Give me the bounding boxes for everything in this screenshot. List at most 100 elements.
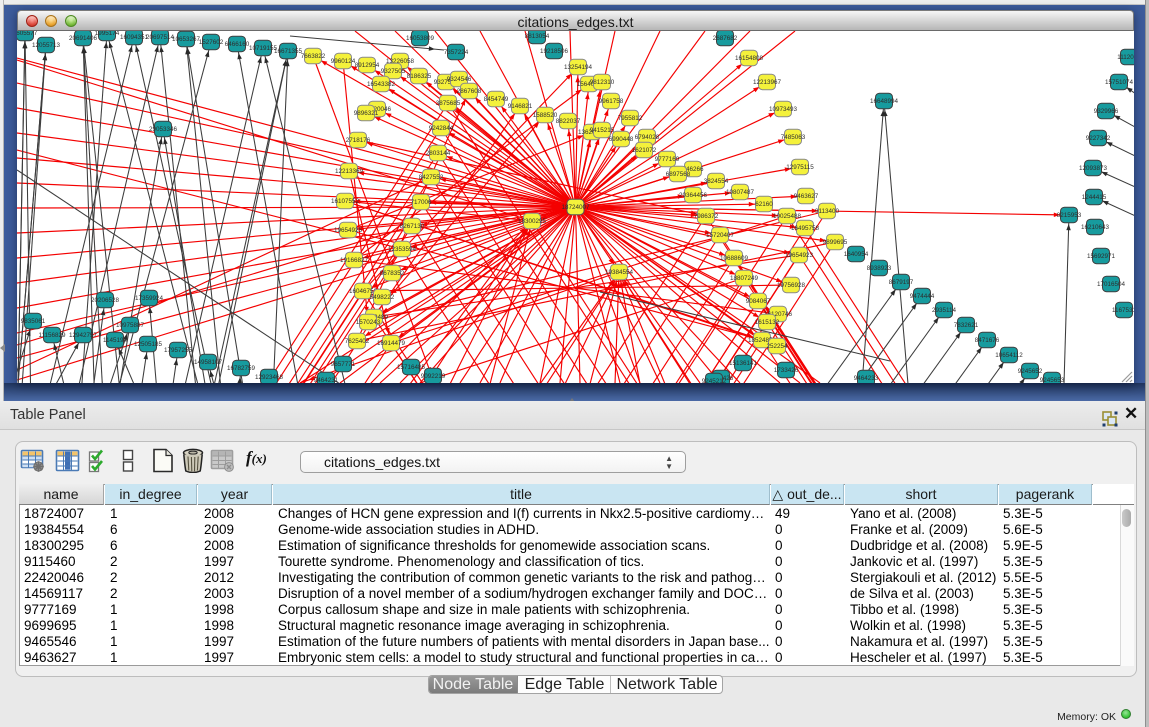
svg-text:9092219: 9092219 xyxy=(421,373,446,380)
svg-text:17957255: 17957255 xyxy=(164,347,193,354)
svg-text:12505185: 12505185 xyxy=(134,341,163,348)
svg-text:2867608: 2867608 xyxy=(457,88,482,95)
svg-text:18807249: 18807249 xyxy=(730,275,759,282)
svg-text:16914479: 16914479 xyxy=(377,340,406,347)
svg-text:1615132: 1615132 xyxy=(755,319,780,326)
svg-text:2803144: 2803144 xyxy=(426,150,451,157)
svg-text:1621072: 1621072 xyxy=(632,147,657,154)
svg-text:12353594: 12353594 xyxy=(388,246,417,253)
svg-text:17359924: 17359924 xyxy=(135,295,164,302)
svg-text:9464233: 9464233 xyxy=(854,375,879,382)
svg-text:16782759: 16782759 xyxy=(227,365,256,372)
svg-text:8267130: 8267130 xyxy=(400,223,425,230)
svg-text:8679197: 8679197 xyxy=(889,279,914,286)
svg-text:9245653: 9245653 xyxy=(1040,377,1065,383)
svg-text:12213967: 12213967 xyxy=(753,79,782,86)
svg-text:13254194: 13254194 xyxy=(564,64,593,71)
svg-text:19166827: 19166827 xyxy=(340,257,369,264)
svg-text:8215953: 8215953 xyxy=(1057,212,1082,219)
svg-text:5498222: 5498222 xyxy=(370,294,395,301)
svg-text:16107552: 16107552 xyxy=(331,198,360,205)
svg-text:2718176: 2718176 xyxy=(346,137,371,144)
svg-text:12975115: 12975115 xyxy=(786,164,814,171)
svg-text:1640954: 1640954 xyxy=(844,251,869,258)
svg-text:10973493: 10973493 xyxy=(769,106,798,113)
svg-text:15136141: 15136141 xyxy=(729,360,758,367)
svg-text:19218506: 19218506 xyxy=(540,48,569,55)
svg-text:252254: 252254 xyxy=(766,343,788,350)
svg-text:8454749: 8454749 xyxy=(484,96,509,103)
svg-text:9835061: 9835061 xyxy=(21,318,46,325)
svg-text:6466160: 6466160 xyxy=(225,41,250,48)
svg-text:10653267: 10653267 xyxy=(172,36,201,43)
svg-text:1605577: 1605577 xyxy=(17,31,38,37)
svg-text:9242844: 9242844 xyxy=(429,125,454,132)
svg-text:8186325: 8186325 xyxy=(407,73,432,80)
svg-text:9474444: 9474444 xyxy=(910,293,935,300)
svg-text:8912954: 8912954 xyxy=(355,62,380,69)
svg-text:9245212: 9245212 xyxy=(702,378,727,383)
svg-text:7485063: 7485063 xyxy=(781,134,806,141)
svg-text:1995174: 1995174 xyxy=(95,31,120,37)
svg-text:10807487: 10807487 xyxy=(726,189,755,196)
svg-text:9960124: 9960124 xyxy=(331,58,356,65)
svg-text:9245652: 9245652 xyxy=(1018,368,1043,375)
svg-text:20206528: 20206528 xyxy=(91,297,120,304)
svg-text:29053346: 29053346 xyxy=(149,126,178,133)
svg-text:6794028: 6794028 xyxy=(635,134,660,141)
svg-text:19384554: 19384554 xyxy=(605,269,634,276)
svg-text:11156829: 11156829 xyxy=(38,332,66,339)
svg-text:9464231: 9464231 xyxy=(314,377,339,383)
svg-text:9327505: 9327505 xyxy=(381,68,406,75)
svg-text:16210643: 16210643 xyxy=(1081,224,1110,231)
svg-text:7625402: 7625402 xyxy=(345,338,370,345)
svg-text:1588520: 1588520 xyxy=(533,112,558,119)
svg-text:10688609: 10688609 xyxy=(720,255,749,262)
svg-text:9961758: 9961758 xyxy=(599,98,624,105)
svg-text:9657771: 9657771 xyxy=(331,361,356,368)
svg-text:2687682: 2687682 xyxy=(713,35,738,42)
svg-text:7832621: 7832621 xyxy=(954,322,979,329)
svg-text:16648994: 16648994 xyxy=(870,98,899,105)
svg-text:12942757: 12942757 xyxy=(69,332,98,339)
svg-text:9899695: 9899695 xyxy=(823,239,848,246)
svg-text:16053809: 16053809 xyxy=(406,35,435,42)
svg-text:16495758: 16495758 xyxy=(791,225,820,232)
svg-text:9113400: 9113400 xyxy=(815,208,840,215)
svg-text:8938923: 8938923 xyxy=(867,265,892,272)
svg-text:20697514: 20697514 xyxy=(146,34,175,41)
svg-text:8471676: 8471676 xyxy=(975,337,1000,344)
svg-text:1570243: 1570243 xyxy=(356,319,381,326)
svg-text:15751074: 15751074 xyxy=(1105,79,1134,86)
svg-text:3875685: 3875685 xyxy=(436,100,461,107)
svg-text:14958107: 14958107 xyxy=(194,359,223,366)
svg-text:62160: 62160 xyxy=(755,201,773,208)
svg-text:1527602: 1527602 xyxy=(199,39,224,46)
svg-text:9415215: 9415215 xyxy=(590,127,615,134)
svg-text:16543382: 16543382 xyxy=(367,81,396,88)
svg-text:717006: 717006 xyxy=(410,199,432,206)
svg-text:1145194: 1145194 xyxy=(103,337,128,344)
svg-text:10654112: 10654112 xyxy=(995,352,1023,359)
svg-text:12213369: 12213369 xyxy=(335,168,364,175)
svg-text:19756928: 19756928 xyxy=(777,282,806,289)
svg-text:7986372: 7986372 xyxy=(694,213,719,220)
svg-text:9227342: 9227342 xyxy=(1086,135,1111,142)
svg-text:9146821: 9146821 xyxy=(508,103,533,110)
svg-text:8813054: 8813054 xyxy=(525,33,550,40)
svg-text:9324546: 9324546 xyxy=(447,76,472,83)
svg-text:7663822: 7663822 xyxy=(301,53,326,60)
svg-text:19654925: 19654925 xyxy=(334,227,363,234)
svg-text:19654923: 19654923 xyxy=(785,252,814,259)
svg-text:12093873: 12093873 xyxy=(1079,165,1108,172)
svg-text:16671355: 16671355 xyxy=(274,48,303,55)
svg-text:12923468: 12923468 xyxy=(255,374,284,381)
svg-text:9896321: 9896321 xyxy=(354,110,379,117)
svg-text:16154808: 16154808 xyxy=(735,55,764,62)
svg-text:8678352: 8678352 xyxy=(380,270,405,277)
svg-text:2935114: 2935114 xyxy=(932,307,957,314)
svg-text:15692971: 15692971 xyxy=(1087,253,1116,260)
svg-text:9812310: 9812310 xyxy=(590,79,615,86)
svg-text:9463627: 9463627 xyxy=(794,193,819,200)
svg-text:17016504: 17016504 xyxy=(1097,281,1126,288)
